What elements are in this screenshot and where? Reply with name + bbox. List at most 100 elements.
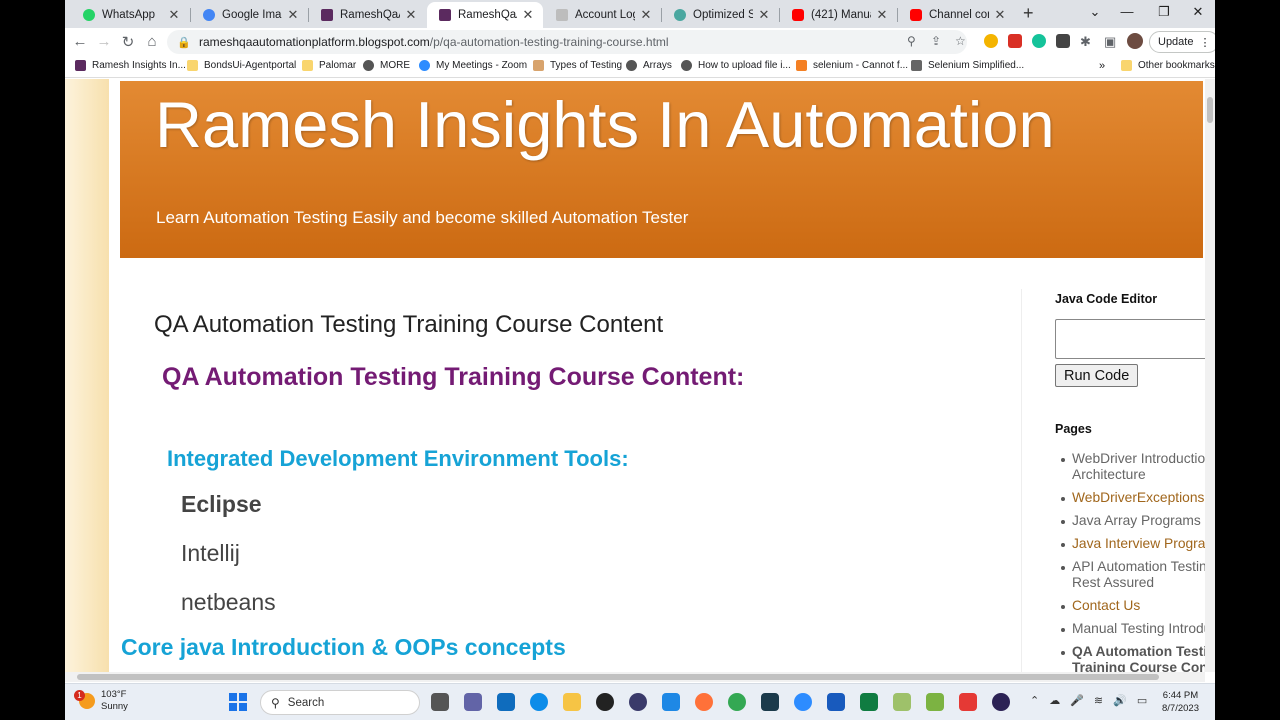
close-tab-icon[interactable]: ✕ <box>404 7 418 23</box>
file-explorer-icon[interactable] <box>563 693 581 711</box>
tab-search-icon[interactable]: ⌄ <box>1083 4 1107 20</box>
tab-whatsapp[interactable]: WhatsApp ✕ <box>71 2 189 28</box>
whatsapp-icon <box>83 9 95 21</box>
start-button[interactable] <box>229 693 247 711</box>
dell-icon[interactable] <box>596 693 614 711</box>
run-code-button[interactable]: Run Code <box>1055 364 1139 387</box>
page-link-webdriver-intro[interactable]: WebDriver Introductio Architecture <box>1061 451 1205 483</box>
wifi-icon[interactable]: ≋ <box>1094 694 1103 707</box>
bookmarks-bar: Ramesh Insights In... BondsUi-Agentporta… <box>65 56 1215 78</box>
excel-icon[interactable] <box>860 693 878 711</box>
clock[interactable]: 6:44 PM 8/7/2023 <box>1162 689 1199 715</box>
page-link-api-automation[interactable]: API Automation Testin Rest Assured <box>1061 559 1205 591</box>
page-link-qa-course[interactable]: QA Automation Testi Training Course Con <box>1061 644 1205 672</box>
code-editor-input[interactable] <box>1055 319 1205 359</box>
bookmark-item[interactable]: BondsUi-Agentportal <box>187 60 296 71</box>
bookmark-item[interactable]: Palomar <box>302 60 356 71</box>
close-tab-icon[interactable]: ✕ <box>286 7 300 23</box>
close-window-icon[interactable]: ✕ <box>1186 4 1210 20</box>
page-link-contact-us[interactable]: Contact Us <box>1061 598 1205 614</box>
extension-icon[interactable] <box>984 34 998 48</box>
taskbar-search[interactable]: ⚲ Search <box>260 690 420 715</box>
page-link-webdriver-exceptions[interactable]: WebDriverExceptions <box>1061 490 1205 506</box>
minimize-icon[interactable]: — <box>1115 4 1139 19</box>
restore-icon[interactable]: ❐ <box>1152 4 1176 20</box>
close-tab-icon[interactable]: ✕ <box>757 7 771 23</box>
ide-item-netbeans: netbeans <box>181 589 276 615</box>
update-button[interactable]: Update ⋮ <box>1149 31 1215 53</box>
tab-manualtest[interactable]: (421) ManualTest ✕ <box>780 2 897 28</box>
close-tab-icon[interactable]: ✕ <box>521 7 535 23</box>
teams-icon[interactable] <box>464 693 482 711</box>
chevron-up-icon[interactable]: ⌃ <box>1030 694 1039 707</box>
extension-icon[interactable] <box>1056 34 1070 48</box>
zoom-icon[interactable]: ⚲ <box>907 34 916 48</box>
bookmark-item[interactable]: Selenium Simplified... <box>911 60 1024 71</box>
bookmark-item[interactable]: MORE <box>363 60 410 71</box>
app-icon[interactable] <box>926 693 944 711</box>
forward-icon[interactable]: → <box>94 33 114 50</box>
onedrive-icon[interactable]: ☁ <box>1049 694 1060 707</box>
store-icon[interactable] <box>497 693 515 711</box>
firefox-icon[interactable] <box>695 693 713 711</box>
zoom-app-icon[interactable] <box>794 693 812 711</box>
tab-rameshqa-active[interactable]: RameshQaAutom ✕ <box>427 2 543 28</box>
home-icon[interactable]: ⌂ <box>142 33 162 50</box>
bookmark-item[interactable]: Ramesh Insights In... <box>75 60 186 71</box>
extensions-puzzle-icon[interactable]: ✱ <box>1080 34 1091 50</box>
vertical-scrollbar[interactable] <box>1205 79 1215 672</box>
volume-icon[interactable]: 🔊 <box>1113 694 1127 707</box>
page-link-manual-testing[interactable]: Manual Testing Introdu <box>1061 621 1205 637</box>
reload-icon[interactable]: ↻ <box>118 33 138 51</box>
bookmark-item[interactable]: Types of Testing <box>533 60 622 71</box>
blog-icon <box>321 9 333 21</box>
page-link-java-interview[interactable]: Java Interview Progra <box>1061 536 1205 552</box>
youtube-icon <box>792 9 804 21</box>
lock-icon: 🔒 <box>177 36 191 49</box>
weather-widget[interactable]: 1 103°F Sunny <box>74 689 128 713</box>
back-icon[interactable]: ← <box>70 33 90 50</box>
app-icon[interactable] <box>629 693 647 711</box>
edge-icon[interactable] <box>530 693 548 711</box>
page-link-java-array[interactable]: Java Array Programs <box>1061 513 1205 529</box>
extension-icon[interactable] <box>1008 34 1022 48</box>
bookmark-item[interactable]: selenium - Cannot f... <box>796 60 908 71</box>
app-icon[interactable] <box>959 693 977 711</box>
profile-avatar[interactable] <box>1127 33 1143 49</box>
bookmark-item[interactable]: Arrays <box>626 60 672 71</box>
code-editor-title: Java Code Editor <box>1055 292 1158 306</box>
bookmark-item[interactable]: My Meetings - Zoom <box>419 60 527 71</box>
address-bar[interactable]: 🔒 rameshqaautomationplatform.blogspot.co… <box>167 30 967 54</box>
close-tab-icon[interactable]: ✕ <box>167 7 181 23</box>
bookmark-item[interactable]: How to upload file i... <box>681 60 791 71</box>
chrome-icon[interactable] <box>728 693 746 711</box>
tab-optimized-sql[interactable]: Optimized SQL C ✕ <box>662 2 779 28</box>
other-bookmarks[interactable]: Other bookmarks <box>1121 60 1215 71</box>
horizontal-scrollbar[interactable] <box>65 672 1205 682</box>
new-tab-icon[interactable]: + <box>1023 3 1034 24</box>
bookmark-star-icon[interactable]: ☆ <box>955 34 966 48</box>
microphone-icon[interactable]: 🎤 <box>1070 694 1084 707</box>
blog-title[interactable]: Ramesh Insights In Automation <box>155 87 1055 162</box>
word-icon[interactable] <box>827 693 845 711</box>
app-icon[interactable] <box>761 693 779 711</box>
battery-icon[interactable]: ▭ <box>1137 694 1147 707</box>
grammarly-icon[interactable] <box>1032 34 1046 48</box>
close-tab-icon[interactable]: ✕ <box>875 7 889 23</box>
scroll-thumb[interactable] <box>77 674 1159 680</box>
side-panel-icon[interactable]: ▣ <box>1104 34 1116 50</box>
task-view-icon[interactable] <box>431 693 449 711</box>
close-tab-icon[interactable]: ✕ <box>993 7 1007 23</box>
app-icon[interactable] <box>893 693 911 711</box>
post-title: QA Automation Testing Training Course Co… <box>154 311 664 338</box>
tab-google-image[interactable]: Google Image Re ✕ <box>191 2 308 28</box>
tab-channel-content[interactable]: Channel content ✕ <box>898 2 1015 28</box>
tab-account-login[interactable]: Account Login ✕ <box>544 2 661 28</box>
eclipse-icon[interactable] <box>992 693 1010 711</box>
app-icon[interactable] <box>662 693 680 711</box>
bookmarks-overflow-icon[interactable]: » <box>1099 60 1105 72</box>
tab-rameshqa-1[interactable]: RameshQaAutom ✕ <box>309 2 426 28</box>
close-tab-icon[interactable]: ✕ <box>639 7 653 23</box>
scroll-thumb[interactable] <box>1207 97 1213 123</box>
share-icon[interactable]: ⇪ <box>931 34 941 48</box>
